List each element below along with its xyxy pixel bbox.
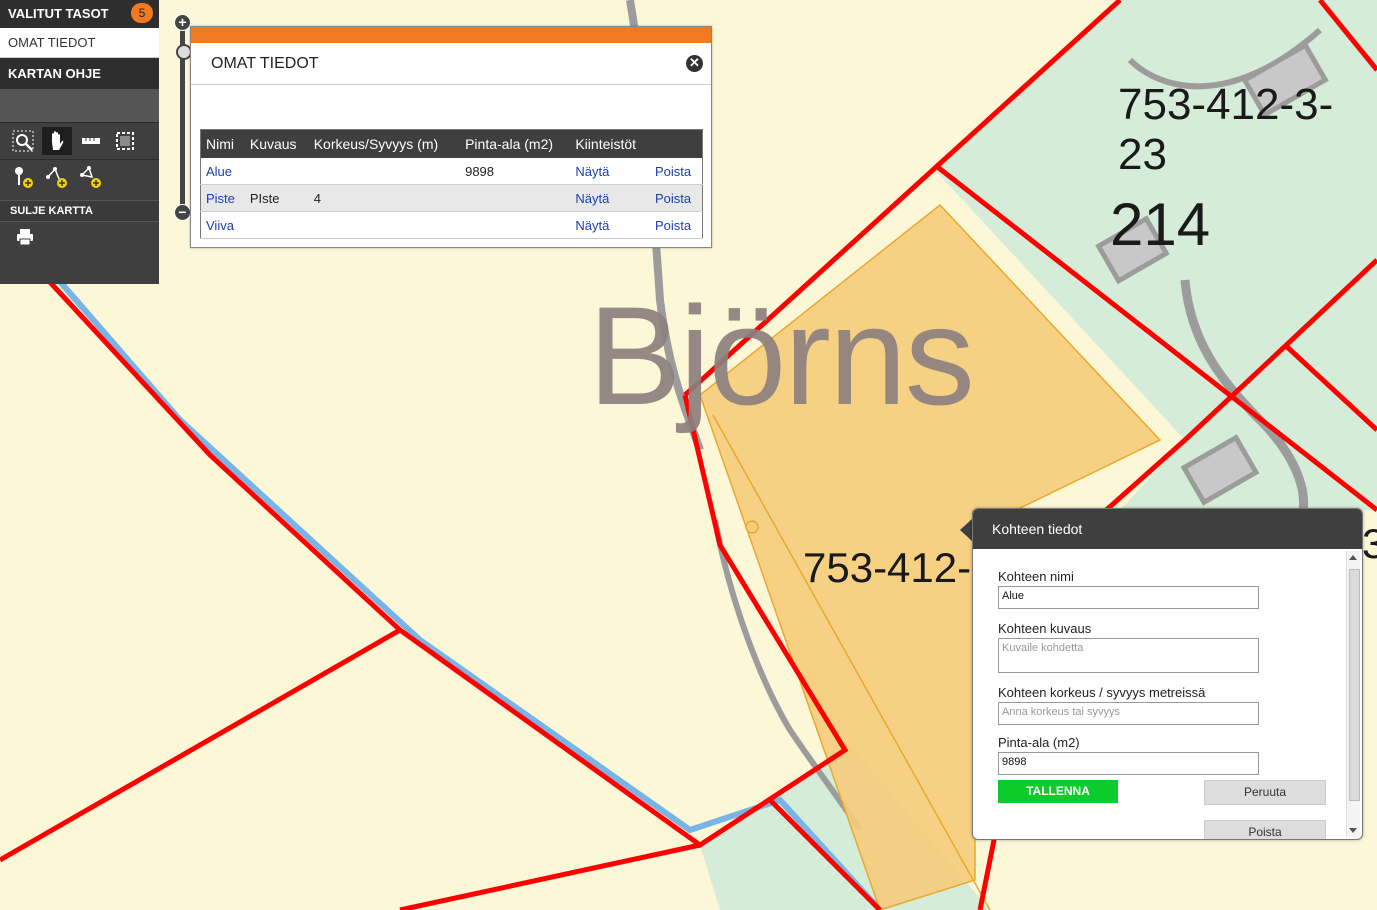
delete-button[interactable]: Poista (1204, 820, 1326, 839)
popup-form: Kohteen nimi Alue Kohteen kuvaus Kuvaile… (998, 569, 1333, 839)
sidebar-spacer (0, 90, 159, 123)
place-name-label: Björns (588, 277, 975, 434)
delete-link[interactable]: Poista (649, 158, 703, 185)
zoom-bar: + − (172, 14, 192, 221)
column-header-description: Kuvaus (244, 129, 309, 158)
row-height (308, 158, 461, 185)
row-name-link[interactable]: Alue (200, 158, 245, 185)
row-name-link[interactable]: Piste (200, 184, 245, 212)
select-area-icon[interactable] (110, 127, 140, 155)
area-field-label: Pinta-ala (m2) (998, 735, 1080, 750)
zoom-in-button[interactable]: + (174, 14, 191, 31)
close-icon[interactable]: ✕ (686, 55, 703, 72)
row-description (244, 211, 309, 239)
popup-scrollbar[interactable] (1346, 551, 1360, 837)
row-height (308, 211, 461, 239)
feature-details-popup: Kohteen tiedot Kohteen nimi Alue Kohteen… (972, 508, 1363, 840)
add-area-icon[interactable] (76, 164, 106, 192)
parcel-label-753-412: 753-412- (803, 544, 972, 591)
table-row: Viiva Näytä Poista (200, 211, 703, 239)
column-header-actions (649, 129, 703, 158)
window-title: OMAT TIEDOT (211, 55, 319, 72)
parcel-label-753-412-3-23: 753-412-3-23 (1118, 80, 1334, 179)
name-field[interactable]: Alue (998, 586, 1259, 609)
close-map-button[interactable]: SULJE KARTTA (0, 200, 159, 222)
window-drag-bar[interactable] (191, 27, 711, 43)
save-button[interactable]: TALLENNA (998, 780, 1118, 803)
column-header-area: Pinta-ala (m2) (460, 129, 571, 158)
parcel-label-edge-fragment: 3 (1362, 520, 1377, 567)
description-field[interactable]: Kuvaile kohdetta (998, 638, 1259, 673)
row-description (244, 158, 309, 185)
left-sidebar: VALITUT TASOT 5 OMAT TIEDOT KARTAN OHJE … (0, 0, 159, 284)
name-field-label: Kohteen nimi (998, 569, 1074, 584)
map-help-item[interactable]: KARTAN OHJE (0, 58, 159, 90)
show-properties-link[interactable]: Näytä (570, 184, 650, 212)
zoom-box-icon[interactable] (8, 127, 38, 155)
scrollbar-thumb[interactable] (1349, 569, 1360, 801)
height-field[interactable]: Anna korkeus tai syvyys (998, 702, 1259, 725)
drawn-point-piste (745, 520, 759, 534)
printer-icon[interactable] (10, 222, 40, 252)
selected-layers-count-badge: 5 (131, 3, 153, 23)
row-area (460, 211, 571, 239)
parcel-label-214: 214 (1110, 191, 1211, 258)
row-height: 4 (308, 184, 461, 212)
delete-link[interactable]: Poista (649, 184, 703, 212)
window-title-bar: OMAT TIEDOT ✕ (191, 43, 711, 85)
cancel-button[interactable]: Peruuta (1204, 780, 1326, 805)
scroll-down-arrow-icon[interactable] (1349, 828, 1357, 833)
show-properties-link[interactable]: Näytä (570, 211, 650, 239)
show-properties-link[interactable]: Näytä (570, 158, 650, 185)
row-description: PIste (244, 184, 309, 212)
my-data-item[interactable]: OMAT TIEDOT (0, 28, 159, 58)
draw-tools-row (0, 160, 159, 200)
add-line-icon[interactable] (42, 164, 72, 192)
table-row: Alue 9898 Näytä Poista (200, 158, 703, 185)
table-header-row: Nimi Kuvaus Korkeus/Syvyys (m) Pinta-ala… (200, 129, 703, 158)
popup-title: Kohteen tiedot (973, 509, 1362, 549)
scroll-up-arrow-icon[interactable] (1349, 555, 1357, 560)
column-header-name: Nimi (200, 129, 245, 158)
description-field-label: Kohteen kuvaus (998, 621, 1092, 636)
my-data-table: Nimi Kuvaus Korkeus/Syvyys (m) Pinta-ala… (200, 129, 703, 239)
add-point-icon[interactable] (8, 164, 38, 192)
zoom-out-button[interactable]: − (174, 204, 191, 221)
selected-layers-item[interactable]: VALITUT TASOT 5 (0, 0, 159, 28)
table-row: Piste PIste 4 Näytä Poista (200, 184, 703, 212)
height-field-label: Kohteen korkeus / syvyys metreissä (998, 685, 1206, 700)
column-header-properties: Kiinteistöt (570, 129, 650, 158)
delete-link[interactable]: Poista (649, 211, 703, 239)
area-field[interactable]: 9898 (998, 752, 1259, 775)
row-area (460, 184, 571, 212)
pan-hand-icon[interactable] (42, 127, 72, 155)
row-area: 9898 (460, 158, 571, 185)
my-data-window: OMAT TIEDOT ✕ Nimi Kuvaus Korkeus/Syvyys… (190, 26, 712, 248)
selected-layers-label: VALITUT TASOT (8, 6, 109, 21)
measure-ruler-icon[interactable] (76, 127, 106, 155)
row-name-link[interactable]: Viiva (200, 211, 245, 239)
column-header-height: Korkeus/Syvyys (m) (308, 129, 461, 158)
map-tools-row (0, 123, 159, 160)
